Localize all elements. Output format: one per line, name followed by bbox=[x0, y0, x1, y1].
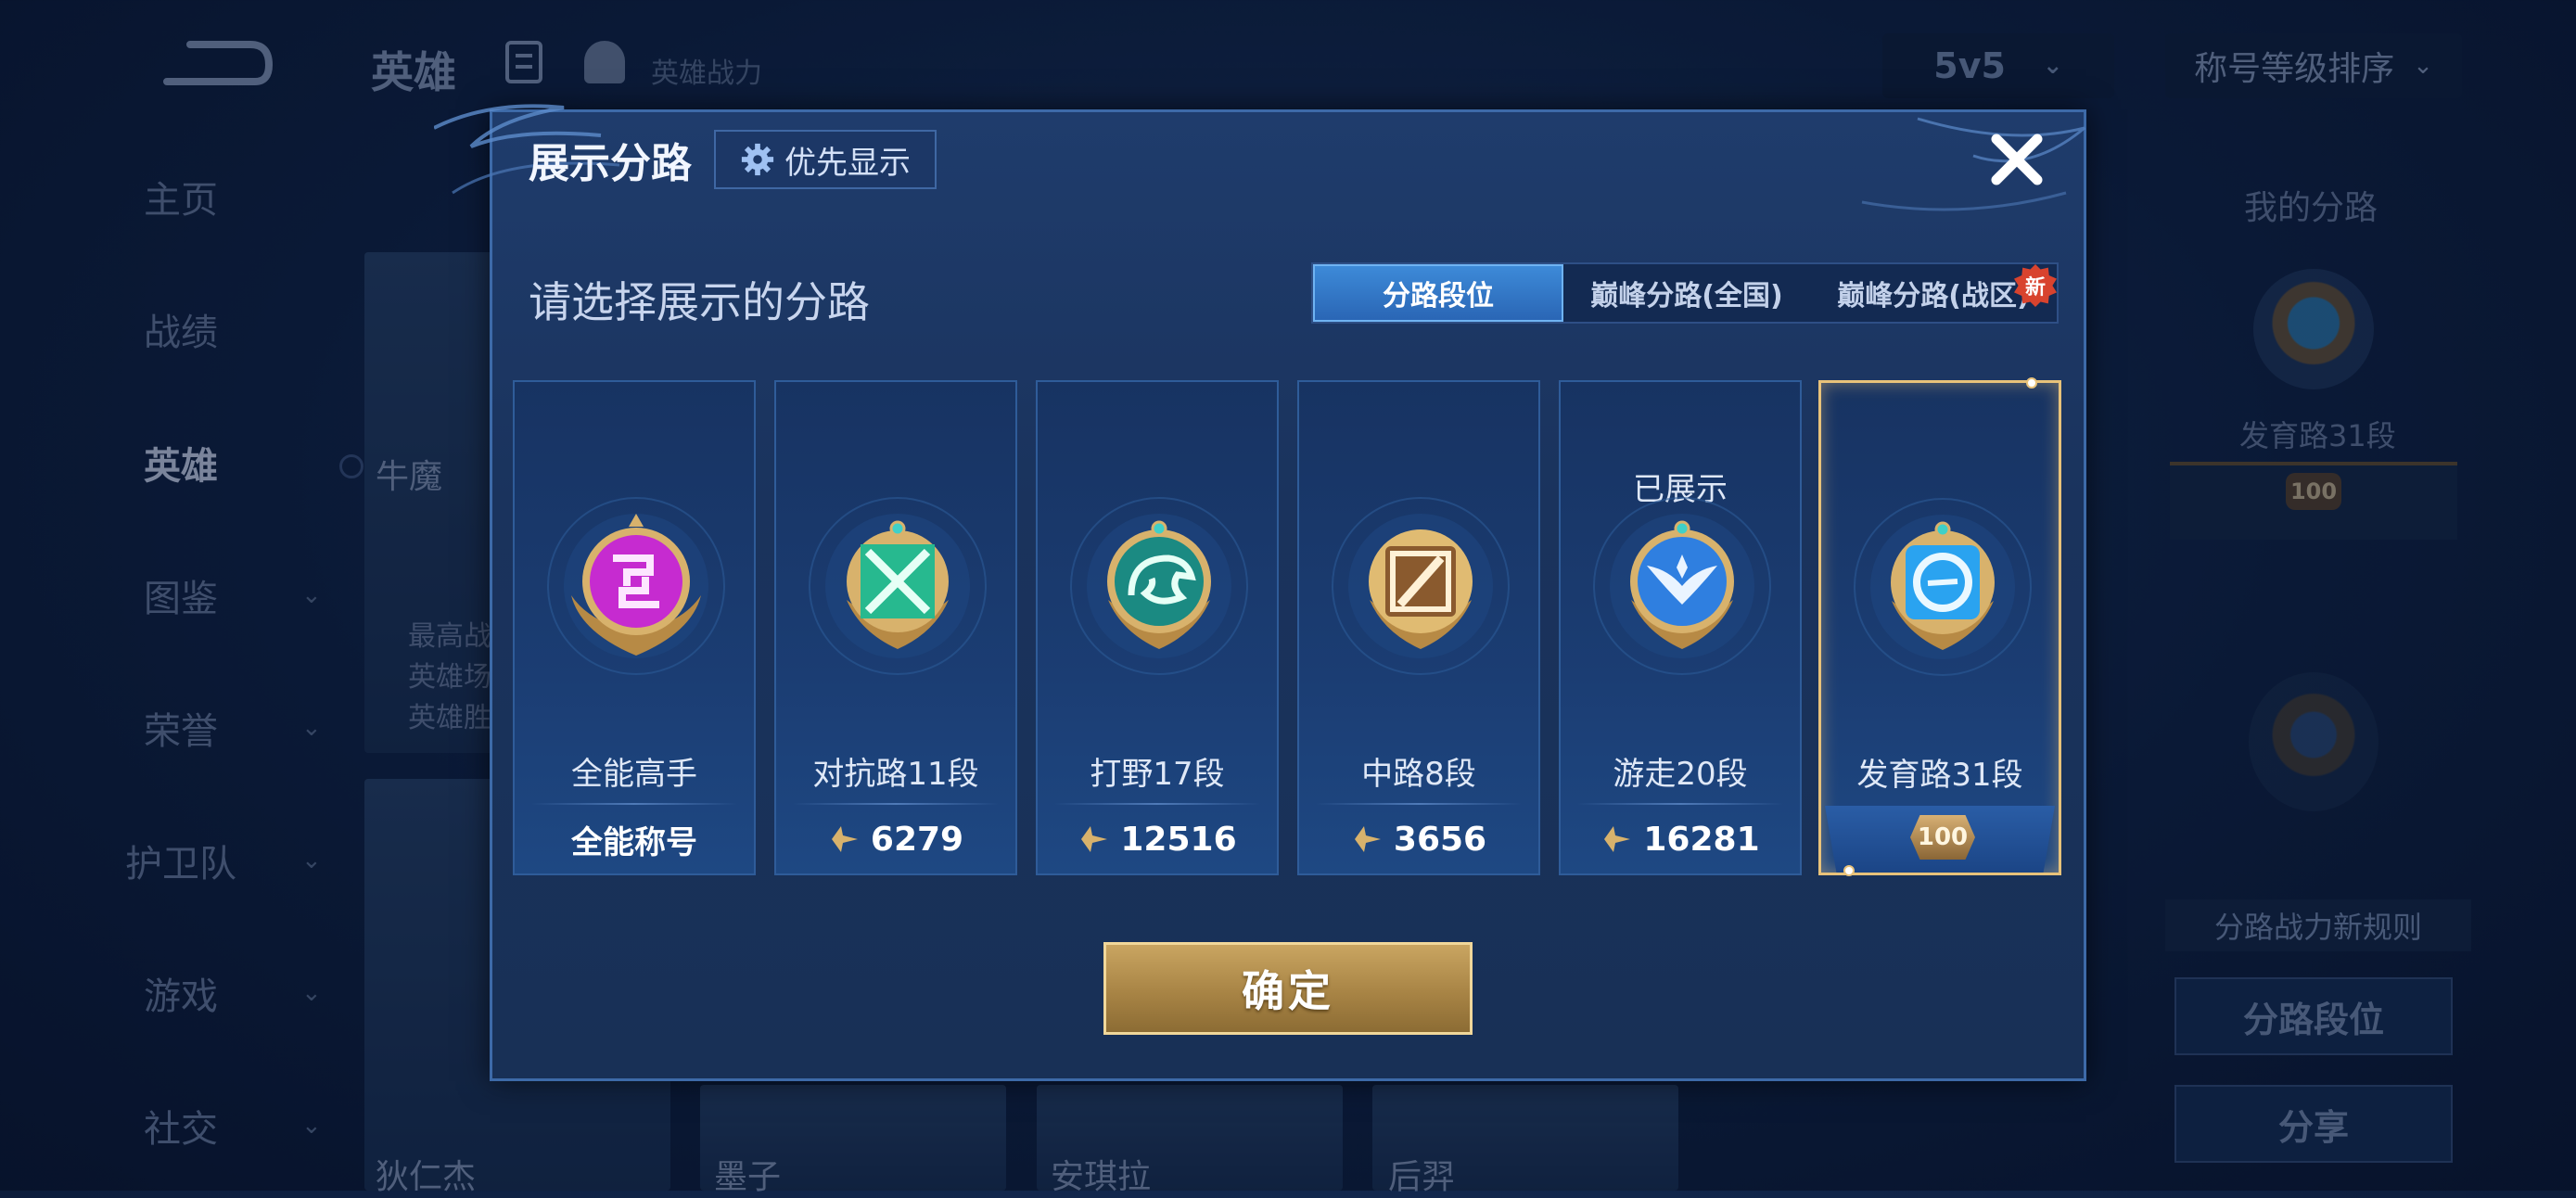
priority-display-button[interactable]: 优先显示 bbox=[714, 130, 937, 189]
gear-icon bbox=[741, 143, 774, 176]
farm-lane-badge-icon bbox=[1854, 498, 2032, 676]
lane-tabs: 分路段位 巅峰分路(全国) 巅峰分路(战区) bbox=[1311, 262, 2059, 324]
lane-power-value: 12516 bbox=[1120, 820, 1237, 859]
card-divider bbox=[1577, 803, 1783, 805]
lane-card-title: 全能称号 bbox=[571, 823, 697, 861]
allround-badge-icon bbox=[547, 497, 725, 675]
corner-dot bbox=[1843, 865, 1855, 876]
select-lane-prompt: 请选择展示的分路 bbox=[529, 277, 870, 327]
lane-card-allround[interactable]: 全能高手 全能称号 bbox=[513, 380, 756, 875]
confirm-button[interactable]: 确定 bbox=[1103, 942, 1473, 1035]
lane-card-name: 中路8段 bbox=[1361, 756, 1476, 793]
power-icon bbox=[1354, 826, 1381, 852]
lane-power: 6279 bbox=[776, 816, 1015, 862]
mid-lane-badge-icon bbox=[1332, 497, 1510, 675]
lane-card-jungle[interactable]: 打野17段 12516 bbox=[1036, 380, 1279, 875]
power-icon bbox=[831, 826, 858, 852]
lane-card-name: 发育路31段 bbox=[1856, 757, 2023, 794]
lane-power-value: 3656 bbox=[1393, 820, 1487, 859]
lane-card-name: 打野17段 bbox=[1090, 756, 1225, 793]
tab-peak-national[interactable]: 巅峰分路(全国) bbox=[1563, 264, 1810, 322]
card-divider bbox=[1316, 803, 1522, 805]
lane-power: 16281 bbox=[1561, 816, 1800, 862]
lane-card-name: 游走20段 bbox=[1613, 756, 1748, 793]
clash-lane-badge-icon bbox=[809, 497, 987, 675]
lane-power: 12516 bbox=[1038, 816, 1277, 862]
card-divider bbox=[531, 803, 737, 805]
close-icon[interactable] bbox=[1980, 122, 2054, 197]
power-icon bbox=[1081, 826, 1108, 852]
lane-power: 3656 bbox=[1299, 816, 1538, 862]
corner-dot bbox=[2026, 377, 2037, 389]
card-divider bbox=[1054, 803, 1260, 805]
card-divider bbox=[793, 803, 999, 805]
tab-lane-rank[interactable]: 分路段位 bbox=[1313, 264, 1563, 322]
priority-display-label: 优先显示 bbox=[784, 144, 911, 182]
dialog-title: 展示分路 bbox=[529, 140, 692, 187]
roam-badge-icon bbox=[1593, 497, 1771, 675]
lane-card-roam[interactable]: 已展示 游走20段 16281 bbox=[1559, 380, 1802, 875]
lane-power-value: 16281 bbox=[1643, 820, 1760, 859]
lane-card-name: 全能高手 bbox=[571, 756, 697, 793]
rank-banner-number: 100 bbox=[1910, 815, 1975, 860]
lane-card-name: 对抗路11段 bbox=[812, 756, 979, 793]
lane-card-clash[interactable]: 对抗路11段 6279 bbox=[774, 380, 1017, 875]
lane-power-value: 6279 bbox=[870, 820, 964, 859]
lane-card-farm[interactable]: 发育路31段 100 bbox=[1818, 377, 2061, 876]
power-icon bbox=[1604, 826, 1631, 852]
lane-card-mid[interactable]: 中路8段 3656 bbox=[1297, 380, 1540, 875]
jungle-badge-icon bbox=[1070, 497, 1248, 675]
